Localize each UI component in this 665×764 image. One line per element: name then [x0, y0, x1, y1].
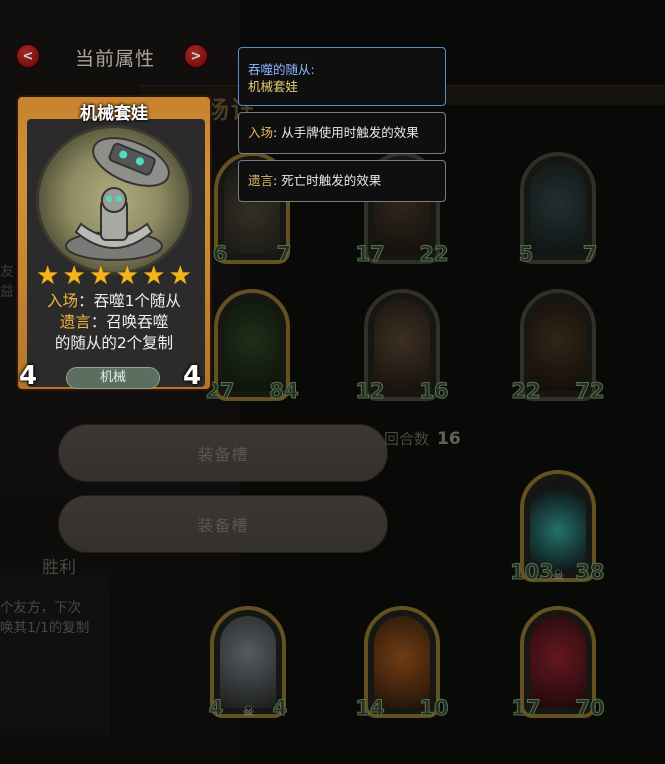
card-attack-value: 4 — [18, 361, 38, 391]
chevron-left-icon[interactable]: < — [15, 43, 41, 69]
turn-label: 回合数 — [384, 430, 430, 448]
minion-card-jester[interactable]: 17 70 — [510, 606, 606, 726]
tooltip-text: : 死亡时触发的效果 — [273, 173, 382, 188]
card-text-line1: ：吞噬1个随从 — [78, 292, 181, 310]
star-icon: ★ — [89, 261, 113, 291]
tooltip-battlecry: 入场: 从手牌使用时触发的效果 — [238, 112, 446, 154]
equip-slot-1[interactable]: 装备槽 — [58, 424, 388, 482]
minion-health: 7 — [574, 238, 606, 270]
minion-health: 4 — [264, 692, 296, 724]
victory-label: 胜利 — [42, 558, 76, 578]
minion-health: 22 — [418, 238, 450, 270]
minion-attack: 5 — [510, 238, 542, 270]
card-tribe: 机械 — [66, 367, 160, 389]
left-fragment-text: 友 益 — [0, 264, 14, 300]
tooltip-deathrattle: 遗言: 死亡时触发的效果 — [238, 160, 446, 202]
doll-icon — [65, 137, 170, 261]
card-text-line2: ：召唤吞噬 — [90, 313, 169, 331]
card-text-line3: 的随从的2个复制 — [54, 334, 174, 352]
minion-attack: 22 — [510, 375, 542, 407]
card-name: 机械套娃 — [80, 104, 148, 124]
minion-card-ghost[interactable]: 5 7 — [512, 152, 604, 272]
minion-attack: 4 — [200, 692, 232, 724]
minion-card-doll[interactable]: 4 4 ☠ — [202, 606, 294, 726]
tooltip-devoured: 吞噬的随从: 机械套娃 — [238, 47, 446, 106]
card-description: 入场：吞噬1个随从 遗言：召唤吞噬 的随从的2个复制 — [28, 291, 200, 354]
minion-health: 70 — [574, 692, 606, 724]
card-health: 4 — [172, 357, 212, 395]
turn-counter: 回合数 16 — [384, 428, 461, 449]
star-icon: ★ — [142, 261, 166, 291]
minion-card-moss[interactable]: 27 84 — [205, 289, 300, 409]
card-art-doll — [36, 125, 192, 275]
minion-health: 7 — [268, 238, 300, 270]
minion-attack: 17 — [354, 238, 386, 270]
attribute-title: 当前属性 — [75, 48, 156, 70]
tooltip-body: 机械套娃 — [248, 79, 299, 94]
chevron-right-icon[interactable]: > — [183, 43, 209, 69]
tooltip-keyword: 遗言 — [248, 173, 274, 188]
star-icon: ★ — [168, 261, 192, 291]
minion-health: 38 — [574, 556, 606, 588]
minion-attack: 14 — [354, 692, 386, 724]
star-icon: ★ — [62, 261, 86, 291]
minion-attack: 103 — [510, 556, 554, 588]
card-keyword-battlecry: 入场 — [47, 292, 79, 310]
star-icon: ★ — [36, 261, 60, 291]
card-health-value: 4 — [182, 361, 202, 391]
minion-health: 10 — [418, 692, 450, 724]
equip-slot-2[interactable]: 装备槽 — [58, 495, 388, 553]
star-icon: ★ — [115, 261, 139, 291]
minion-card-golem[interactable]: 12 16 — [354, 289, 450, 409]
tooltip-title: 吞噬的随从: — [248, 62, 315, 77]
card-attack: 4 — [3, 351, 53, 401]
minion-attack: 12 — [354, 375, 386, 407]
card-keyword-deathrattle: 遗言 — [59, 313, 91, 331]
minion-card-pumpkin[interactable]: 14 10 — [354, 606, 450, 726]
minion-card-ent[interactable]: 22 72 — [510, 289, 606, 409]
victory-description: 个友方，下次 唤其1/1的复制 — [0, 600, 90, 636]
skull-icon: ☠ — [552, 568, 565, 584]
minion-health: 72 — [574, 375, 606, 407]
minion-card-slime[interactable]: 103 38 ☠ — [510, 470, 606, 590]
minion-health: 84 — [268, 375, 300, 407]
tooltip-keyword: 入场 — [248, 125, 274, 140]
selected-card[interactable]: 机械套娃 ★ ★ ★ ★ ★ ★ 入场：吞噬1个随从 遗言：召唤吞噬 的随从的2… — [3, 95, 212, 401]
minion-attack: 17 — [510, 692, 542, 724]
turn-value: 16 — [437, 429, 461, 449]
tooltip-text: : 从手牌使用时触发的效果 — [273, 125, 419, 140]
minion-health: 16 — [418, 375, 450, 407]
skull-icon: ☠ — [242, 704, 255, 720]
card-stars: ★ ★ ★ ★ ★ ★ — [36, 263, 192, 289]
